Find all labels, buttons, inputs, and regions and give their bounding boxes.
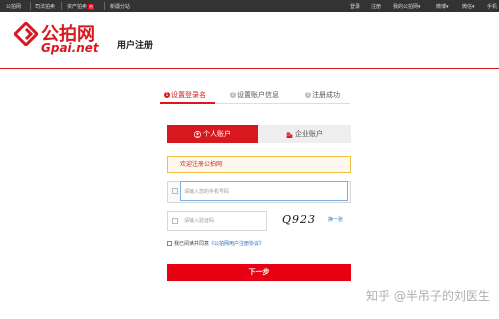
user-icon	[194, 130, 201, 138]
captcha-placeholder: 请输入验证码	[184, 218, 215, 224]
topbar-my-account[interactable]: 我的公拍网▾	[393, 3, 421, 10]
step-label: 设置登录名	[171, 91, 206, 99]
tab-personal-account[interactable]: 个人账户	[167, 125, 258, 143]
agreement-row: 我已阅读并同意《公拍网用户注册协议》	[167, 240, 264, 247]
topbar-login-link[interactable]: 登录	[350, 3, 360, 10]
phone-field: 请输入您的手机号码	[167, 181, 351, 203]
site-logo[interactable]: 公拍网 Gpai.net	[14, 20, 104, 60]
welcome-notice: 欢迎注册公拍网	[167, 156, 351, 173]
topbar-link-judicial[interactable]: 司法拍卖	[35, 3, 55, 10]
step-label: 注册成功	[312, 91, 340, 99]
chevron-down-icon: ▾	[446, 4, 449, 10]
refresh-captcha-link[interactable]: 换一张	[328, 216, 343, 223]
step-set-account-info: 2 设置账户信息	[230, 90, 279, 100]
topbar-wechat-label: 微信	[462, 4, 473, 10]
welcome-text: 欢迎注册公拍网	[180, 161, 223, 168]
chevron-down-icon: ▾	[472, 4, 475, 10]
step-number: 1	[164, 92, 170, 98]
topbar-link-asset-label: 资产拍卖	[67, 4, 88, 10]
topbar-divider	[30, 2, 31, 10]
topbar-weibo-label: 微博	[436, 4, 447, 10]
tab-personal-label: 个人账户	[203, 130, 231, 138]
logo-mark-icon	[14, 22, 38, 46]
account-type-tabs: 个人账户 企业账户	[167, 125, 351, 143]
captcha-input[interactable]: 请输入验证码	[167, 211, 267, 231]
phone-icon	[172, 188, 178, 194]
shield-icon	[172, 218, 178, 224]
hot-badge: 热	[88, 4, 95, 10]
active-step-indicator	[160, 102, 215, 104]
agree-text: 我已阅读并同意	[174, 241, 210, 247]
captcha-image[interactable]: Q923	[282, 211, 316, 229]
chevron-down-icon: ▾	[418, 4, 421, 10]
topbar-mobile[interactable]: 手机	[487, 3, 497, 10]
topbar-wechat[interactable]: 微信▾	[462, 3, 475, 10]
agree-checkbox[interactable]	[167, 241, 172, 246]
topbar-link-home[interactable]: 公拍网	[6, 3, 21, 10]
logo-text-en: Gpai.net	[41, 41, 99, 55]
watermark: 知乎 @半吊子的刘医生	[366, 289, 490, 303]
topbar-link-asset[interactable]: 资产拍卖热	[67, 3, 95, 10]
next-step-button[interactable]: 下一步	[167, 264, 351, 281]
top-bar: 公拍网 司法拍卖 资产拍卖热 新疆分站 登录 注册 我的公拍网▾ 微博▾ 微信▾…	[0, 0, 499, 12]
registration-steps: 1 设置登录名 2 设置账户信息 3 注册成功	[160, 90, 350, 106]
step-set-login-name: 1 设置登录名	[164, 90, 206, 100]
agreement-link[interactable]: 《公拍网用户注册协议》	[209, 241, 264, 247]
step-register-success: 3 注册成功	[305, 90, 340, 100]
phone-input[interactable]: 请输入您的手机号码	[180, 181, 348, 201]
topbar-divider	[61, 2, 62, 10]
step-number: 3	[305, 92, 311, 98]
step-number: 2	[230, 92, 236, 98]
tab-company-account[interactable]: 企业账户	[258, 125, 351, 143]
topbar-divider	[104, 2, 105, 10]
page-title: 用户注册	[117, 41, 154, 51]
building-icon	[286, 131, 293, 138]
topbar-register-link[interactable]: 注册	[371, 3, 381, 10]
topbar-my-account-label: 我的公拍网	[393, 4, 419, 10]
topbar-weibo[interactable]: 微博▾	[436, 3, 449, 10]
tab-company-label: 企业账户	[295, 130, 323, 138]
step-label: 设置账户信息	[237, 91, 279, 99]
topbar-link-xinjiang[interactable]: 新疆分站	[110, 3, 130, 10]
